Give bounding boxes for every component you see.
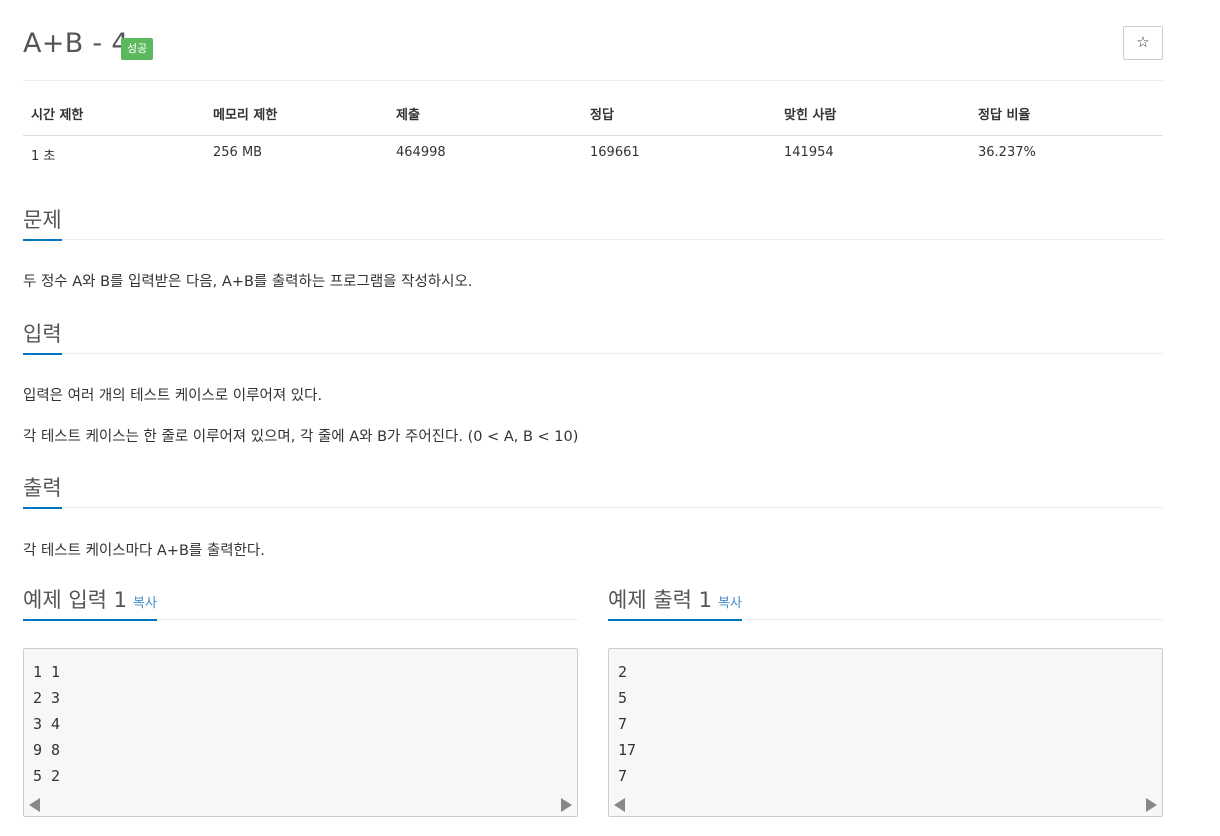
input-heading: 입력 xyxy=(23,319,62,355)
sample-input-copy-button[interactable]: 복사 xyxy=(133,596,157,611)
stats-value-solved-users[interactable]: 141954 xyxy=(776,135,970,171)
output-text: 각 테스트 케이스마다 A+B를 출력한다. xyxy=(23,543,265,559)
sample-input-column: 예제 입력 1 복사 1 1 2 3 3 4 9 8 5 2 xyxy=(23,584,578,817)
output-headline: 출력 xyxy=(23,472,1163,509)
sample-output-copy-button[interactable]: 복사 xyxy=(718,596,742,611)
stats-header-accepted: 정답 xyxy=(582,102,776,136)
status-badge: 성공 xyxy=(121,38,154,60)
problem-stats-table: 시간 제한 메모리 제한 제출 정답 맞힌 사람 정답 비율 1 초 256 M… xyxy=(23,102,1163,171)
title-divider xyxy=(23,80,1163,81)
stats-value-memory-limit: 256 MB xyxy=(213,144,263,160)
sample-input-lines: 1 1 2 3 3 4 9 8 5 2 xyxy=(33,659,60,789)
sample-output-scrollbar[interactable] xyxy=(609,794,1162,816)
sample-output-line: 5 xyxy=(618,689,628,707)
sample-input-line: 3 4 xyxy=(33,715,61,733)
stats-value-accepted[interactable]: 169661 xyxy=(582,135,776,171)
sample-input-scrollbar[interactable] xyxy=(24,794,577,816)
sample-output-lines: 2 5 7 17 7 xyxy=(618,659,636,789)
scroll-right-arrow-icon[interactable] xyxy=(561,798,572,812)
sample-input-heading: 예제 입력 1 복사 xyxy=(23,585,157,621)
sample-output-box[interactable]: 2 5 7 17 7 xyxy=(608,648,1163,817)
description-text: 두 정수 A와 B를 입력받은 다음, A+B를 출력하는 프로그램을 작성하시… xyxy=(23,274,473,290)
input-text-2: 각 테스트 케이스는 한 줄로 이루어져 있으며, 각 줄에 A와 B가 주어진… xyxy=(23,429,579,445)
sample-input-line: 2 3 xyxy=(33,689,61,707)
scroll-right-arrow-icon[interactable] xyxy=(1146,798,1157,812)
stats-value-accept-ratio: 36.237% xyxy=(978,144,1036,160)
sample-input-box[interactable]: 1 1 2 3 3 4 9 8 5 2 xyxy=(23,648,578,817)
problem-title: A+B - 4 xyxy=(23,28,129,59)
sample-output-line: 7 xyxy=(618,767,628,785)
description-heading: 문제 xyxy=(23,205,62,241)
sample-output-heading-text: 예제 출력 1 xyxy=(608,588,712,612)
sample-input-line: 9 8 xyxy=(33,741,61,759)
stats-header-solved-users: 맞힌 사람 xyxy=(776,102,970,136)
scroll-left-arrow-icon[interactable] xyxy=(29,798,40,812)
input-text-1: 입력은 여러 개의 테스트 케이스로 이루어져 있다. xyxy=(23,388,323,404)
sample-output-headline: 예제 출력 1 복사 xyxy=(608,584,1163,621)
input-headline: 입력 xyxy=(23,318,1163,355)
title-row: A+B - 4 성공 ☆ xyxy=(23,26,1163,66)
sample-output-line: 2 xyxy=(618,663,628,681)
description-headline: 문제 xyxy=(23,204,1163,241)
stats-header-row: 시간 제한 메모리 제한 제출 정답 맞힌 사람 정답 비율 xyxy=(23,102,1163,136)
sample-input-headline: 예제 입력 1 복사 xyxy=(23,584,578,621)
sample-output-column: 예제 출력 1 복사 2 5 7 17 7 xyxy=(608,584,1163,817)
stats-value-submissions[interactable]: 464998 xyxy=(388,135,582,171)
sample-input-line: 5 2 xyxy=(33,767,61,785)
sample-output-line: 17 xyxy=(618,741,637,759)
sample-output-line: 7 xyxy=(618,715,628,733)
sample-input-line: 1 1 xyxy=(33,663,61,681)
output-heading: 출력 xyxy=(23,473,62,509)
star-icon[interactable]: ☆ xyxy=(1123,26,1163,60)
stats-header-accept-ratio: 정답 비율 xyxy=(970,102,1163,136)
stats-value-time-limit: 1 초 xyxy=(31,148,56,164)
sample-output-heading: 예제 출력 1 복사 xyxy=(608,585,742,621)
stats-header-memory-limit: 메모리 제한 xyxy=(205,102,388,136)
scroll-left-arrow-icon[interactable] xyxy=(614,798,625,812)
stats-header-time-limit: 시간 제한 xyxy=(23,102,205,136)
sample-input-heading-text: 예제 입력 1 xyxy=(23,588,127,612)
stats-header-submissions: 제출 xyxy=(388,102,582,136)
stats-value-row: 1 초 256 MB 464998 169661 141954 36.237% xyxy=(23,135,1163,171)
